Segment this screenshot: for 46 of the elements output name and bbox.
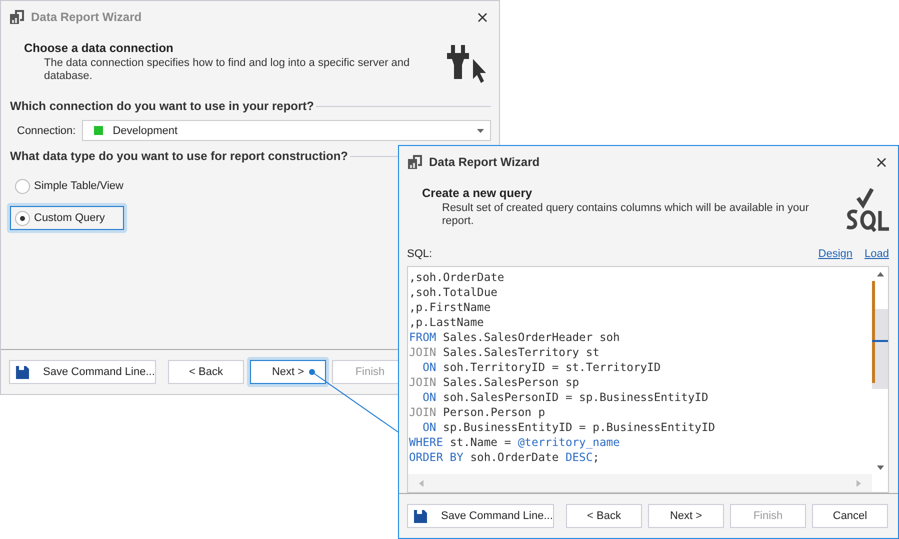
code-line: JOIN Person.Person p [409,405,546,420]
sql-check-icon [844,188,890,232]
close-icon[interactable] [478,12,487,22]
dialog-button[interactable]: Next > [250,360,326,384]
window-title: Data Report Wizard [429,155,541,169]
step-title: Create a new query [422,186,534,200]
save-command-line-button[interactable]: Save Command Line... [9,360,156,384]
code-line: WHERE st.Name = @territory_name [409,435,621,450]
link[interactable]: Design [818,248,853,260]
code-line: JOIN Sales.SalesPerson sp [409,375,580,390]
radio-option[interactable]: Simple Table/View [10,174,132,198]
code-line: ORDER BY soh.OrderDate DESC; [409,450,600,465]
code-line: ,p.LastName [409,315,485,330]
section-heading: What data type do you want to use for report construction? [10,149,348,163]
wizard-icon [407,154,423,170]
window-title: Data Report Wizard [31,10,143,24]
dialog-button[interactable]: Next > [648,504,724,528]
connection-label: Connection: [17,124,76,136]
code-line: ,soh.TotalDue [409,285,498,300]
save-icon [414,510,427,522]
step-description: The data connection specifies how to find and log into a specific server and database. [43,57,411,83]
step-description: Result set of created query contains columns which will be available in your report. [441,202,810,228]
sql-label: SQL: [407,248,432,260]
connection-dropdown[interactable]: Development [82,120,491,141]
section-heading: Which connection do you want to use in your report? [10,99,314,113]
link[interactable]: Load [864,248,889,260]
code-line: JOIN Sales.SalesTerritory st [409,345,600,360]
save-command-line-button[interactable]: Save Command Line... [407,504,554,528]
code-line: ON soh.SalesPersonID = sp.BusinessEntityID [422,390,710,405]
caret-icon [477,128,484,132]
code-line: ,p.FirstName [409,300,492,315]
dialog-button[interactable]: Cancel [812,504,888,528]
dialog-button[interactable]: < Back [566,504,642,528]
code-line: ,soh.OrderDate [409,270,506,285]
code-line: ON soh.TerritoryID = st.TerritoryID [422,360,662,375]
code-line: FROM Sales.SalesOrderHeader soh [409,330,621,345]
radio-option[interactable]: Custom Query [10,206,124,230]
code-line: ON sp.BusinessEntityID = p.BusinessEntityID [422,420,716,435]
sql-editor[interactable] [407,266,889,493]
scroll-down-arrow-icon[interactable] [876,464,884,470]
close-icon[interactable] [877,158,886,166]
dialog-button[interactable]: < Back [168,360,244,384]
scroll-up-arrow-icon[interactable] [876,270,884,278]
save-icon [16,366,29,378]
step-title: Choose a data connection [24,41,174,55]
wizard-icon [9,9,25,25]
